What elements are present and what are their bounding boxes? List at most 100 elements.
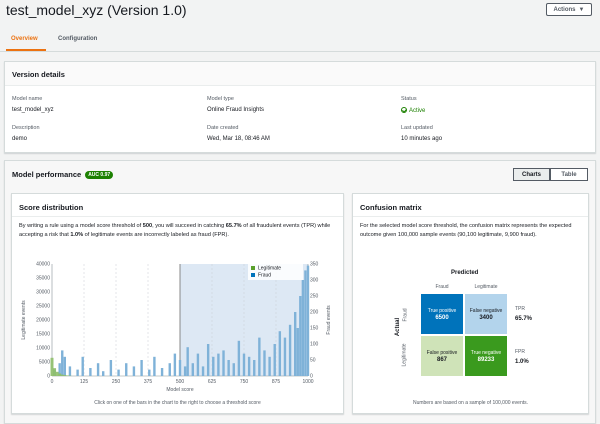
fpr-value: 1.0%	[70, 232, 84, 238]
fraud-bar	[232, 363, 235, 376]
fp-label: False positive	[426, 349, 458, 356]
table-toggle-button[interactable]: Table	[550, 168, 588, 181]
actions-label: Actions	[553, 6, 576, 13]
y-right-tick-label: 50	[310, 358, 316, 364]
last-updated-label: Last updated	[401, 125, 433, 131]
date-created-label: Date created	[207, 125, 239, 131]
tp-label: True positive	[427, 307, 457, 314]
fraud-bar	[294, 312, 297, 376]
fn-value: 3400	[479, 314, 493, 321]
legitimate-bar	[50, 357, 54, 376]
fraud-bar	[283, 337, 287, 376]
x-axis-title: Model score	[166, 387, 193, 393]
legend-label: Legitimate	[258, 266, 281, 272]
fraud-bar	[268, 356, 271, 376]
fp-value: 867	[436, 356, 447, 363]
y-left-tick-label: 0	[47, 374, 50, 380]
model-performance-title-text: Model performance	[12, 170, 82, 179]
legitimate-bar	[55, 371, 59, 376]
version-details-header: Version details	[5, 62, 595, 86]
fraud-bar	[125, 363, 128, 376]
x-tick-label: 250	[112, 379, 121, 385]
confusion-matrix-title: Confusion matrix	[360, 203, 422, 212]
fraud-bar	[288, 324, 292, 376]
legend-swatch	[251, 273, 255, 277]
fraud-bar	[76, 369, 79, 376]
charts-toggle-button[interactable]: Charts	[513, 168, 550, 181]
x-tick-label: 500	[176, 379, 185, 385]
fraud-bar	[186, 347, 189, 376]
legitimate-bar	[60, 374, 64, 376]
fraud-bar	[263, 350, 266, 376]
fraud-bar	[273, 344, 276, 376]
actions-dropdown-button[interactable]: Actions ▼	[546, 3, 592, 16]
score-distribution-chart[interactable]: 0 125 250 375 500 625 750 875 100005000100001500…	[16, 258, 336, 398]
y-right-tick-label: 150	[310, 326, 319, 332]
legitimate-bar	[63, 375, 67, 376]
model-name-label: Model name	[12, 96, 43, 102]
true-negative-cell: True negative 89233	[465, 336, 507, 376]
legend-swatch	[251, 266, 255, 270]
x-tick-label: 125	[80, 379, 89, 385]
desc-text: By writing a rule using a model score th…	[19, 223, 143, 229]
y-right-tick-label: 350	[310, 262, 319, 268]
fraud-bar	[304, 270, 307, 376]
fraud-bar	[299, 296, 302, 376]
fraud-bar	[206, 344, 210, 376]
legitimate-bar	[53, 368, 57, 376]
fraud-bar	[217, 353, 220, 376]
check-circle-icon	[401, 107, 407, 113]
score-distribution-description: By writing a rule using a model score th…	[19, 222, 337, 240]
x-tick-label: 375	[144, 379, 153, 385]
y-right-tick-label: 100	[310, 342, 319, 348]
fraud-bar	[247, 356, 251, 376]
fraud-bar	[183, 366, 187, 376]
score-distribution-card: Score distribution By writing a rule usi…	[11, 193, 344, 414]
fraud-bar	[258, 337, 261, 376]
predicted-axis-label: Predicted	[451, 270, 479, 276]
fraud-bar	[153, 356, 156, 376]
fraud-bar	[173, 353, 177, 376]
fraud-bar	[196, 353, 200, 376]
tpr-label: TPR	[515, 306, 525, 312]
legend-label: Fraud	[258, 273, 271, 279]
fraud-bar	[102, 371, 105, 376]
y-left-tick-label: 5000	[39, 360, 50, 366]
y-left-tick-label: 35000	[36, 276, 50, 282]
fraud-bar	[109, 360, 113, 376]
model-name-value: test_model_xyz	[12, 107, 54, 113]
y-right-axis-title: Fraud events	[326, 305, 332, 335]
fpr-label: FPR	[515, 349, 525, 355]
divider	[12, 216, 343, 217]
tab-configuration[interactable]: Configuration	[58, 36, 97, 42]
y-left-tick-label: 25000	[36, 304, 50, 310]
fraud-bar	[168, 363, 171, 376]
fraud-bar	[242, 353, 246, 376]
col-header-fraud: Fraud	[435, 284, 449, 290]
last-updated-value: 10 minutes ago	[401, 136, 443, 142]
status-label: Status	[401, 96, 417, 102]
fraud-bar	[227, 360, 230, 376]
y-left-tick-label: 20000	[36, 318, 50, 324]
fraud-bar	[132, 366, 136, 376]
auc-badge: AUC 0.97	[85, 171, 114, 179]
status-value: Active	[401, 107, 425, 114]
model-type-label: Model type	[207, 96, 234, 102]
score-distribution-title: Score distribution	[19, 203, 84, 212]
version-details-card: Version details Model name test_model_xy…	[4, 61, 596, 153]
model-performance-title: Model performance AUC 0.97	[12, 170, 114, 179]
desc-text: of legitimate events are incorrectly lab…	[83, 232, 229, 238]
true-positive-cell: True positive 6500	[421, 294, 463, 334]
score-distribution-footnote: Click on one of the bars in the chart to…	[94, 400, 261, 406]
tab-overview[interactable]: Overview	[11, 36, 38, 42]
version-details-title: Version details	[12, 70, 65, 79]
fraud-bar	[278, 331, 282, 376]
y-left-tick-label: 15000	[36, 332, 50, 338]
model-type-value: Online Fraud Insights	[207, 107, 265, 113]
fraud-bar	[296, 328, 299, 376]
fraud-bar	[81, 356, 84, 376]
col-header-legitimate: Legitimate	[474, 284, 498, 290]
tpr-value: 65.7%	[225, 223, 242, 229]
fraud-bar	[160, 368, 164, 376]
fraud-bar	[253, 360, 256, 376]
